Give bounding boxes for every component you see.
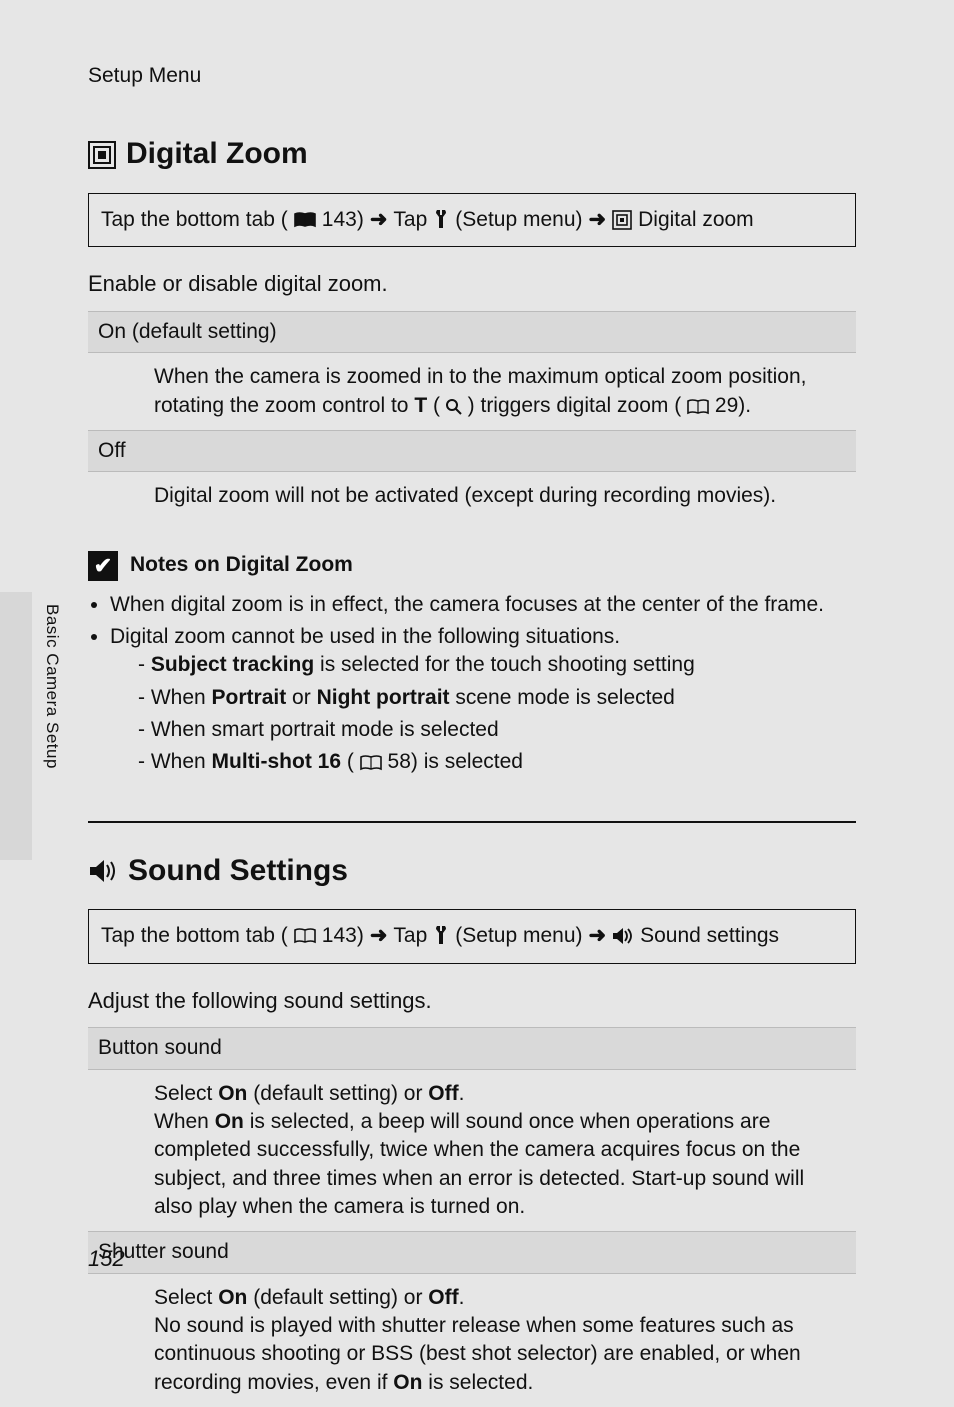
note-dash: When Portrait or Night portrait scene mo… bbox=[138, 684, 856, 712]
shutter-sound-body: Select On (default setting) or Off. No s… bbox=[88, 1273, 856, 1407]
breadcrumb-digital-zoom: Tap the bottom tab ( 143) ➜ Tap (Setup m… bbox=[88, 193, 856, 247]
note-dash: When Multi-shot 16 ( 58) is selected bbox=[138, 748, 856, 776]
nav-text: (Setup menu) bbox=[455, 206, 582, 234]
page-header: Setup Menu bbox=[88, 62, 856, 90]
checkbox-icon: ✔ bbox=[88, 551, 118, 581]
section-divider bbox=[88, 821, 856, 823]
section-sound-settings-title: Sound Settings bbox=[88, 851, 856, 892]
nav-text: Tap the bottom tab ( bbox=[101, 922, 288, 950]
nav-text: Sound settings bbox=[640, 922, 779, 950]
book-icon bbox=[294, 928, 316, 944]
book-icon bbox=[294, 212, 316, 228]
shutter-sound-header: Shutter sound bbox=[88, 1232, 856, 1273]
book-icon bbox=[360, 755, 382, 771]
note-dash: When smart portrait mode is selected bbox=[138, 716, 856, 744]
zoom-small-icon bbox=[612, 210, 632, 230]
note-bullet: When digital zoom is in effect, the came… bbox=[110, 591, 856, 619]
arrow-icon: ➜ bbox=[370, 206, 388, 234]
section1-intro: Enable or disable digital zoom. bbox=[88, 269, 856, 299]
section2-intro: Adjust the following sound settings. bbox=[88, 986, 856, 1016]
button-sound-header: Button sound bbox=[88, 1028, 856, 1069]
speaker-icon bbox=[88, 857, 118, 885]
arrow-icon: ➜ bbox=[370, 922, 388, 950]
note-bullet: Digital zoom cannot be used in the follo… bbox=[110, 623, 856, 777]
side-section-label: Basic Camera Setup bbox=[40, 604, 63, 769]
book-icon bbox=[687, 399, 709, 415]
section2-title-text: Sound Settings bbox=[128, 851, 348, 892]
arrow-icon: ➜ bbox=[589, 922, 607, 950]
nav-text: Digital zoom bbox=[638, 206, 754, 234]
nav-text: Tap the bottom tab ( bbox=[101, 206, 288, 234]
notes-digital-zoom: ✔ Notes on Digital Zoom When digital zoo… bbox=[88, 551, 856, 777]
nav-ref: 143) bbox=[322, 922, 364, 950]
section1-title-text: Digital Zoom bbox=[126, 134, 308, 175]
option-off-body: Digital zoom will not be activated (exce… bbox=[88, 472, 856, 521]
note-dash: Subject tracking is selected for the tou… bbox=[138, 651, 856, 679]
notes-title: Notes on Digital Zoom bbox=[130, 551, 353, 579]
section-digital-zoom-title: Digital Zoom bbox=[88, 134, 856, 175]
button-sound-body: Select On (default setting) or Off. When… bbox=[88, 1069, 856, 1232]
nav-ref: 143) bbox=[322, 206, 364, 234]
breadcrumb-sound-settings: Tap the bottom tab ( 143) ➜ Tap (Setup m… bbox=[88, 909, 856, 963]
magnifier-icon bbox=[446, 399, 462, 415]
side-tab bbox=[0, 592, 32, 860]
digital-zoom-options-table: On (default setting) When the camera is … bbox=[88, 311, 856, 521]
nav-text: (Setup menu) bbox=[455, 922, 582, 950]
arrow-icon: ➜ bbox=[589, 206, 607, 234]
wrench-icon bbox=[433, 210, 449, 230]
option-on-body: When the camera is zoomed in to the maxi… bbox=[88, 353, 856, 431]
speaker-small-icon bbox=[612, 927, 634, 945]
option-off-header: Off bbox=[88, 430, 856, 471]
option-on-header: On (default setting) bbox=[88, 311, 856, 352]
sound-settings-table: Button sound Select On (default setting)… bbox=[88, 1027, 856, 1407]
wrench-icon bbox=[433, 926, 449, 946]
page-number: 152 bbox=[88, 1244, 125, 1274]
nav-text: Tap bbox=[393, 922, 427, 950]
nav-text: Tap bbox=[393, 206, 427, 234]
zoom-icon bbox=[88, 141, 116, 169]
